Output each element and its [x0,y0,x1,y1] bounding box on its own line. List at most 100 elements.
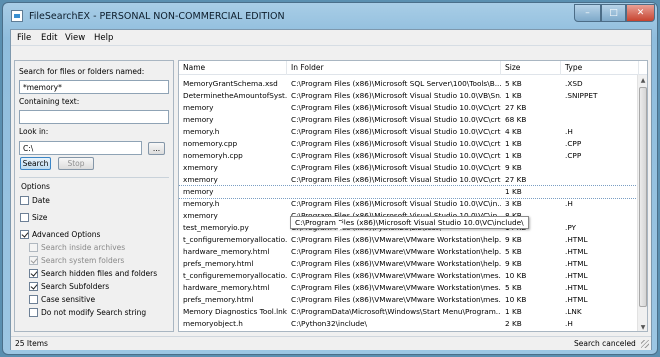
file-folder: C:\Program Files (x86)\VMware\VMware Wor… [291,235,501,244]
scroll-up-icon[interactable]: ▲ [639,76,647,85]
file-name: prefs_memory.html [183,295,254,304]
minimize-button[interactable]: – [574,4,601,22]
menu-edit[interactable]: Edit [41,33,57,43]
file-folder: C:\Program Files (x86)\Microsoft Visual … [291,199,501,208]
table-row[interactable]: MemoryGrantSchema.xsd C:\Program Files (x… [179,78,639,90]
containing-input[interactable] [19,110,169,124]
file-name: xmemory [183,163,218,172]
file-type [561,210,639,222]
file-type [561,174,639,186]
file-type: .HTML [565,259,588,268]
table-row[interactable]: t_configurememoryallocatio... C:\Program … [179,270,639,282]
table-row[interactable]: xmemory C:\Program Files (x86)\Microsoft … [179,174,639,186]
checkbox-icon [29,243,38,252]
table-row[interactable]: t_configurememoryallocatio... C:\Program … [179,234,639,246]
file-name: hardware_memory.html [183,247,270,256]
table-row[interactable]: Memory Diagnostics Tool.lnk C:\ProgramDat… [179,306,639,318]
file-name: memoryobject.h [183,319,243,328]
table-row[interactable]: prefs_memory.html C:\Program Files (x86)\… [179,258,639,270]
search-system-folders-checkbox[interactable]: Search system folders [29,256,124,267]
file-name: memory [183,187,214,196]
menu-help[interactable]: Help [94,33,113,43]
file-folder [287,186,501,198]
search-button[interactable]: Search [20,157,51,170]
date-option[interactable]: Date [20,196,50,207]
file-folder: C:\Program Files (x86)\VMware\VMware Wor… [291,283,501,292]
scroll-down-icon[interactable]: ▼ [639,323,647,331]
table-row[interactable]: memory C:\Program Files (x86)\Microsoft V… [179,102,639,114]
file-type [561,102,639,114]
file-name: memory.h [183,127,220,136]
column-size[interactable]: Size [501,61,561,75]
status-bar: 25 Items Search canceled [11,336,651,350]
search-subfolders-checkbox[interactable]: Search Subfolders [29,282,109,293]
advanced-options-checkbox[interactable]: Advanced Options [20,230,100,241]
window-title: FileSearchEX - PERSONAL NON-COMMERCIAL E… [29,11,285,22]
column-type[interactable]: Type [561,61,639,75]
file-name: memory [183,103,214,112]
case-sensitive-checkbox[interactable]: Case sensitive [29,295,95,306]
file-folder: C:\Program Files (x86)\Microsoft Visual … [291,127,501,136]
checkbox-icon [20,213,29,222]
file-type: .HTML [565,235,588,244]
item-count: 25 Items [15,339,48,348]
file-type: .PY [565,223,577,232]
file-type: .HTML [565,283,588,292]
lookin-input[interactable]: C:\ [19,141,142,155]
date-option-label: Date [32,196,50,205]
table-row[interactable]: memoryobject.h C:\Python32\include\ 2 KB .H [179,318,639,330]
file-type: .CPP [565,139,582,148]
menu-file[interactable]: File [17,33,31,43]
scrollbar-thumb[interactable] [639,87,647,307]
file-size: 5 KB [505,79,522,88]
file-type: .LNK [565,307,582,316]
table-row[interactable]: hardware_memory.html C:\Program Files (x8… [179,282,639,294]
table-row[interactable]: memory C:\Program Files (x86)\Microsoft V… [179,114,639,126]
search-hidden-checkbox[interactable]: Search hidden files and folders [29,269,157,280]
menu-view[interactable]: View [65,33,85,43]
file-name: hardware_memory.html [183,283,270,292]
file-type: .H [565,319,573,328]
file-size: 1 KB [505,139,522,148]
table-row[interactable]: hardware_memory.html C:\Program Files (x8… [179,246,639,258]
file-size: 9 KB [505,259,522,268]
status-message: Search canceled [574,339,636,348]
table-row[interactable]: prefs_memory.html C:\Program Files (x86)\… [179,294,639,306]
file-type: .HTML [565,295,588,304]
maximize-button[interactable]: □ [601,4,626,22]
no-modify-checkbox[interactable]: Do not modify Search string [29,308,146,319]
table-row[interactable]: DeterminetheAmountofSyst... C:\Program Fi… [179,90,639,102]
vertical-scrollbar[interactable]: ▲ ▼ [637,75,647,331]
table-row[interactable]: memory.h C:\Program Files (x86)\Microsoft… [179,126,639,138]
file-name: nomemory.cpp [183,139,238,148]
browse-button[interactable]: ... [148,142,165,155]
table-row[interactable]: memory 1 KB [179,185,640,199]
file-type: .HTML [565,271,588,280]
table-row[interactable]: nomemory.cpp C:\Program Files (x86)\Micro… [179,138,639,150]
table-row[interactable]: xmemory C:\Program Files (x86)\Microsoft … [179,162,639,174]
resize-grip-icon[interactable] [641,340,649,348]
results-rows: MemoryGrantSchema.xsd C:\Program Files (x… [179,78,640,330]
size-option[interactable]: Size [20,213,47,224]
close-button[interactable]: ✕ [626,4,655,22]
file-folder: C:\Program Files (x86)\Microsoft Visual … [291,103,501,112]
table-row[interactable]: memory.h C:\Program Files (x86)\Microsoft… [179,198,639,210]
file-folder: C:\Program Files (x86)\VMware\VMware Wor… [291,271,501,280]
file-folder: C:\ProgramData\Microsoft\Windows\Start M… [291,307,501,316]
file-size: 10 KB [505,295,527,304]
menu-bar: File Edit View Help [11,30,651,46]
title-bar[interactable]: FileSearchEX - PERSONAL NON-COMMERCIAL E… [3,3,657,29]
file-type [561,114,639,126]
file-size: 5 KB [505,247,522,256]
column-in-folder[interactable]: In Folder [287,61,501,75]
size-option-label: Size [32,213,48,222]
results-header: Name In Folder Size Type [179,61,647,75]
checkbox-icon [20,196,29,205]
file-name: MemoryGrantSchema.xsd [183,79,278,88]
name-input[interactable]: *memory* [19,80,169,94]
file-size: 9 KB [505,163,522,172]
column-name[interactable]: Name [179,61,287,75]
table-row[interactable]: nomemoryh.cpp C:\Program Files (x86)\Micr… [179,150,639,162]
search-archives-checkbox[interactable]: Search inside archives [29,243,125,254]
stop-button[interactable]: Stop [58,157,94,170]
